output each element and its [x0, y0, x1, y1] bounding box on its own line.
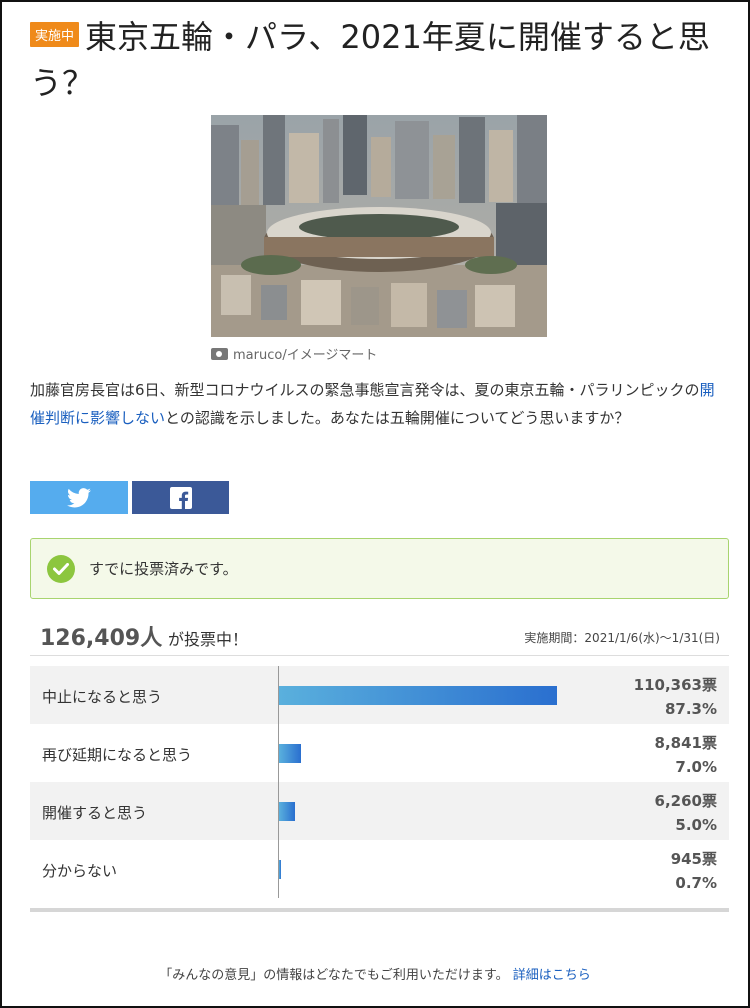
result-percentage: 5.0% [675, 816, 717, 834]
description-text-after: との認識を示しました。あなたは五輪開催についてどう思いますか？ [165, 409, 630, 427]
result-label: 分からない [42, 862, 118, 880]
footer-details-link[interactable]: 詳細はこちら [513, 968, 591, 983]
result-votes: 110,363票 [633, 676, 717, 694]
result-votes: 8,841票 [654, 734, 717, 752]
result-row: 中止になると思う 110,363票 87.3% [30, 666, 729, 724]
result-row: 再び延期になると思う 8,841票 7.0% [30, 724, 729, 782]
footer-text: 「みんなの意見」の情報はどなたでもご利用いただけます。 [159, 968, 509, 983]
result-bar [279, 860, 282, 879]
poll-period: 実施期間：2021/1/6(水)〜1/31(日) [524, 631, 720, 645]
result-bar-axis [278, 666, 279, 898]
twitter-share-button[interactable] [30, 481, 128, 514]
voted-notice-text: すでに投票済みです。 [89, 560, 238, 578]
voted-notice: すでに投票済みです。 [30, 538, 729, 599]
result-percentage: 87.3% [664, 700, 717, 718]
photo-credit-text: maruco/イメージマート [233, 348, 378, 363]
result-label: 再び延期になると思う [42, 746, 193, 764]
camera-icon [211, 347, 228, 360]
poll-description: 加藤官房長官は6日、新型コロナウイルスの緊急事態宣言発令は、夏の東京五輪・パラリ… [30, 376, 725, 432]
result-votes: 6,260票 [654, 792, 717, 810]
description-text-before: 加藤官房長官は6日、新型コロナウイルスの緊急事態宣言発令は、夏の東京五輪・パラリ… [30, 381, 700, 399]
facebook-icon [169, 486, 192, 509]
status-badge: 実施中 [30, 22, 80, 47]
result-bar [279, 686, 557, 705]
stadium-photo [211, 115, 547, 337]
result-row: 分からない 945票 0.7% [30, 840, 729, 898]
divider [30, 655, 729, 656]
result-votes: 945票 [670, 850, 717, 868]
result-bar [279, 802, 295, 821]
result-bar [279, 744, 302, 763]
page-title: 東京五輪・パラ、2021年夏に開催すると思う？ [30, 18, 710, 102]
footer: 「みんなの意見」の情報はどなたでもご利用いただけます。 詳細はこちら [0, 964, 750, 983]
vote-stats: 126,409人 が投票中！ 実施期間：2021/1/6(水)〜1/31(日) [40, 616, 720, 652]
result-label: 開催すると思う [42, 804, 148, 822]
twitter-icon [67, 487, 91, 507]
poll-results: 中止になると思う 110,363票 87.3% 再び延期になると思う 8,841票 7.0… [30, 666, 729, 898]
vote-count-suffix: が投票中！ [168, 630, 249, 649]
result-row: 開催すると思う 6,260票 5.0% [30, 782, 729, 840]
results-bottom-rule [30, 908, 729, 912]
result-percentage: 0.7% [675, 874, 717, 892]
photo-credit: maruco/イメージマート [211, 344, 377, 363]
vote-count: 126,409人 [40, 626, 163, 651]
result-percentage: 7.0% [675, 758, 717, 776]
poll-header: 実施中 東京五輪・パラ、2021年夏に開催すると思う？ [30, 14, 730, 106]
checkmark-icon [47, 554, 75, 583]
facebook-share-button[interactable] [132, 481, 229, 514]
result-label: 中止になると思う [42, 688, 163, 706]
